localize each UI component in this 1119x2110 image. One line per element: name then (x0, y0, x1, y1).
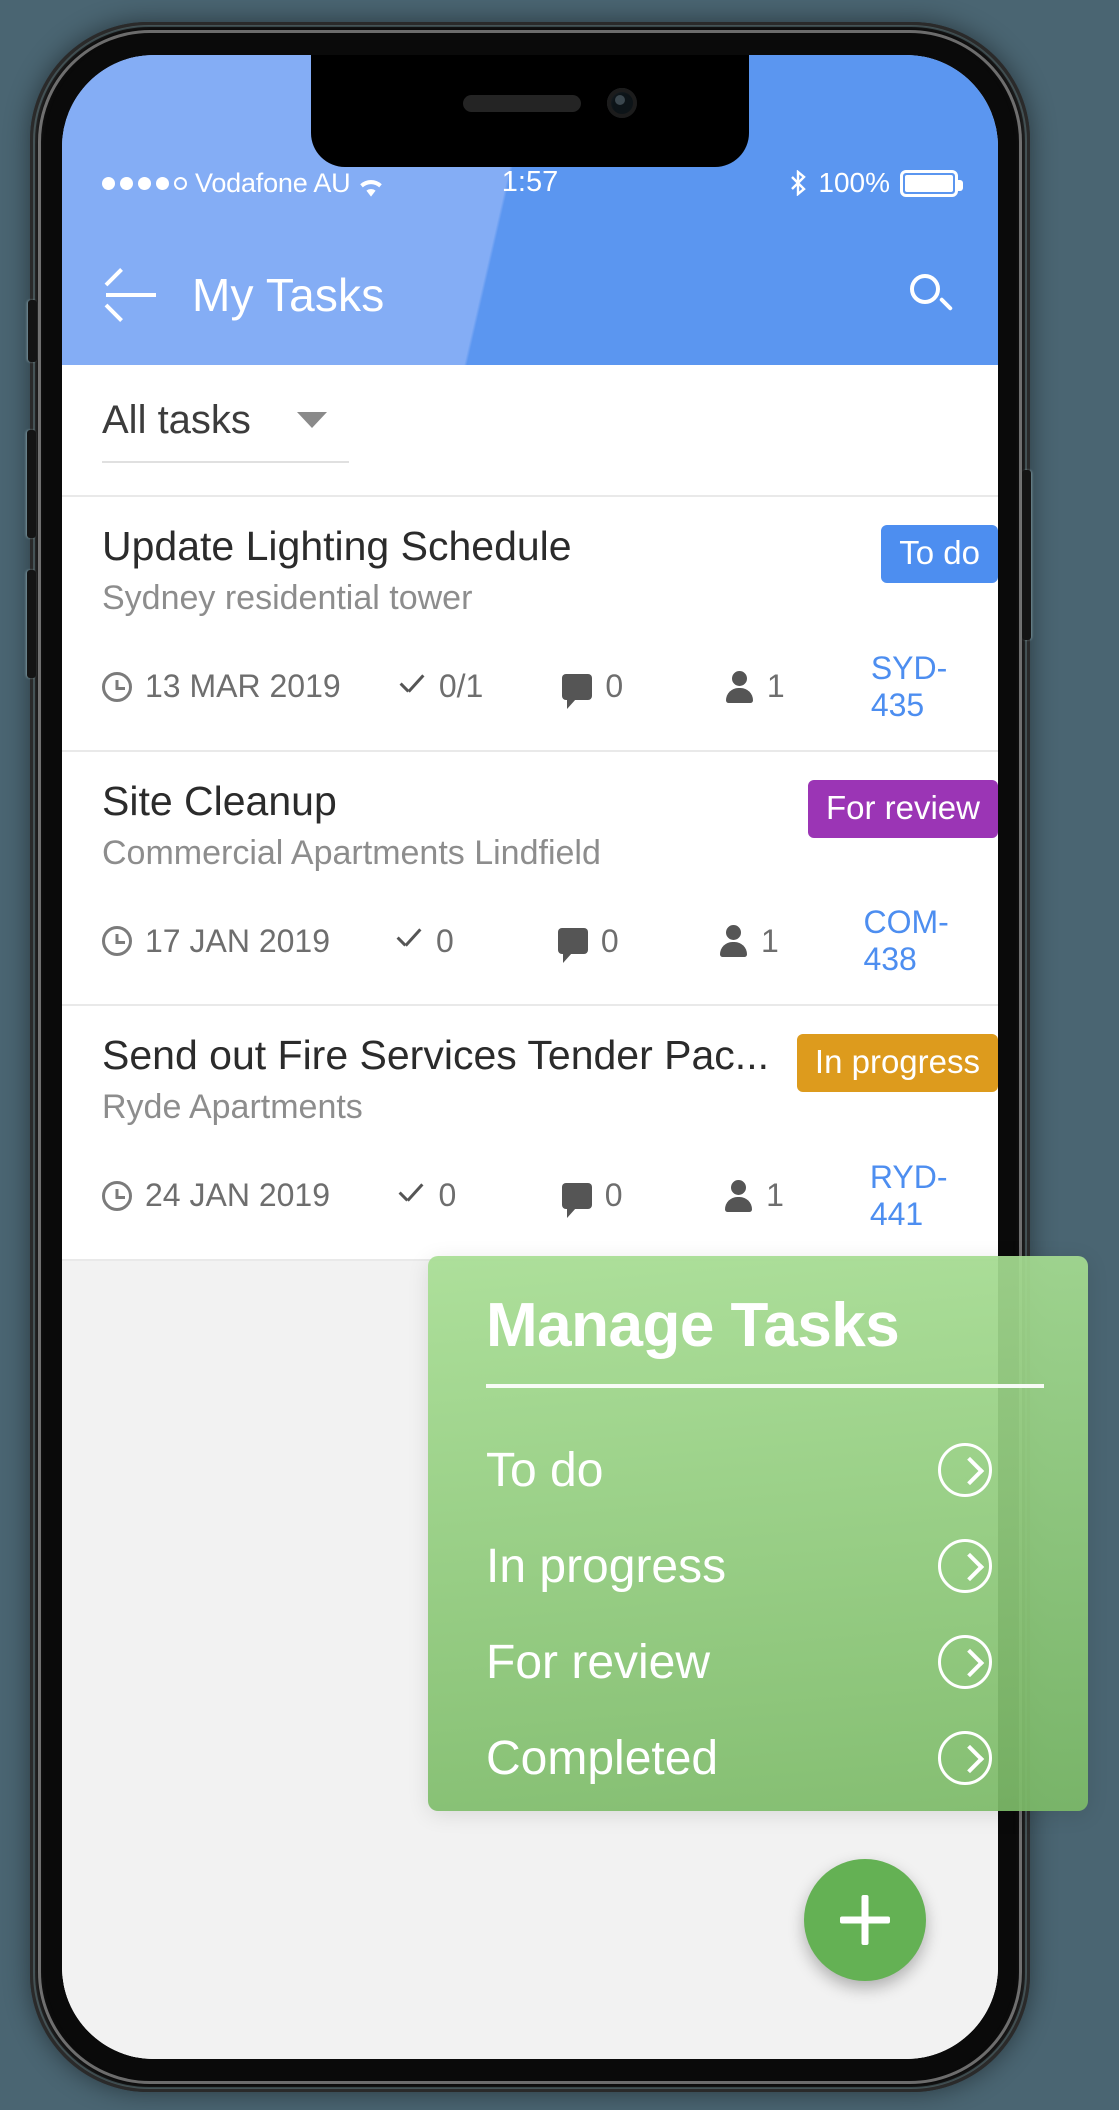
task-checklist-count: 0 (436, 922, 454, 959)
task-date: 24 JAN 2019 (145, 1177, 331, 1214)
wifi-icon (358, 174, 384, 197)
task-project: Sydney residential tower (102, 579, 473, 618)
task-filter-dropdown[interactable]: All tasks (102, 397, 349, 463)
manage-task-label: In progress (486, 1539, 727, 1593)
front-camera-icon (607, 88, 637, 118)
add-task-fab[interactable] (804, 1859, 926, 1981)
task-comment-count: 0 (604, 1177, 623, 1214)
chevron-down-icon (296, 412, 327, 428)
comment-icon (561, 1182, 592, 1218)
chevron-right-circle-icon[interactable] (938, 1443, 992, 1498)
power-button[interactable] (1022, 470, 1031, 640)
comment-icon (562, 673, 593, 709)
manage-task-label: To do (486, 1443, 604, 1497)
battery-percent-label: 100% (818, 167, 891, 198)
task-code[interactable]: COM-438 (863, 904, 998, 978)
chevron-right-circle-icon[interactable] (938, 1539, 992, 1594)
app-bar: My Tasks (62, 225, 998, 365)
screenshot-stage: Vodafone AU 1:57 100% My Tasks All tasks… (0, 0, 1119, 2110)
status-bar-left: Vodafone AU (102, 168, 502, 199)
page-title: My Tasks (192, 269, 385, 321)
task-date: 17 JAN 2019 (145, 922, 331, 959)
chevron-right-circle-icon[interactable] (938, 1635, 992, 1690)
carrier-label: Vodafone AU (195, 168, 351, 198)
task-meta: 24 JAN 2019 0 0 1 RYD-441 (102, 1159, 998, 1233)
manage-task-item-completed[interactable]: Completed (486, 1710, 1044, 1806)
task-row[interactable]: Site Cleanup Commercial Apartments Lindf… (62, 751, 998, 1005)
clock-label: 1:57 (501, 166, 559, 198)
mute-switch[interactable] (28, 300, 37, 362)
manage-task-item-in-progress[interactable]: In progress (486, 1518, 1044, 1614)
chevron-right-circle-icon[interactable] (938, 1731, 992, 1786)
person-icon (723, 1179, 753, 1212)
task-assignee-count: 1 (760, 922, 779, 959)
clock-icon (102, 926, 132, 957)
filter-underline (102, 460, 349, 463)
clock-icon (102, 671, 132, 702)
task-project: Ryde Apartments (102, 1088, 363, 1127)
task-checklist-count: 0 (438, 1177, 457, 1214)
back-arrow-icon[interactable] (104, 268, 158, 322)
status-badge: In progress (796, 1034, 998, 1093)
bluetooth-icon (788, 169, 808, 197)
task-row[interactable]: Update Lighting Schedule Sydney resident… (62, 497, 998, 750)
manage-task-item-for-review[interactable]: For review (486, 1614, 1044, 1710)
task-filter-row: All tasks (62, 365, 998, 495)
volume-up-button[interactable] (27, 430, 36, 538)
manage-tasks-list: To do In progress For review Completed (486, 1422, 1044, 1806)
task-title: Send out Fire Services Tender Pac... (102, 1032, 769, 1079)
status-bar-right: 100% (558, 167, 964, 199)
task-date: 13 MAR 2019 (145, 668, 341, 705)
manage-tasks-title: Manage Tasks (486, 1291, 900, 1360)
search-icon[interactable] (908, 272, 954, 318)
check-icon (396, 672, 426, 702)
task-title: Site Cleanup (102, 777, 337, 824)
earpiece-speaker (463, 95, 581, 112)
task-filter-label: All tasks (102, 397, 251, 442)
status-badge: To do (881, 525, 998, 583)
manage-task-label: Completed (486, 1731, 719, 1785)
task-checklist-count: 0/1 (438, 668, 484, 705)
task-assignee-count: 1 (766, 668, 785, 705)
notch (311, 55, 749, 167)
battery-icon (900, 169, 964, 197)
task-meta: 17 JAN 2019 0 0 1 COM-438 (102, 904, 998, 978)
task-title: Update Lighting Schedule (102, 523, 572, 569)
task-comment-count: 0 (605, 668, 624, 705)
manage-task-item-todo[interactable]: To do (486, 1422, 1044, 1518)
check-icon (393, 926, 423, 956)
status-badge: For review (807, 779, 998, 838)
manage-tasks-divider (486, 1384, 1044, 1389)
task-comment-count: 0 (600, 922, 619, 959)
task-meta: 13 MAR 2019 0/1 0 1 SYD-435 (102, 650, 998, 724)
signal-strength-icon (102, 177, 187, 190)
task-assignee-count: 1 (766, 1177, 784, 1214)
check-icon (395, 1181, 425, 1211)
person-icon (718, 925, 748, 958)
person-icon (724, 670, 754, 703)
comment-icon (557, 928, 588, 964)
manage-task-label: For review (486, 1635, 711, 1689)
task-project: Commercial Apartments Lindfield (102, 833, 601, 872)
clock-icon (102, 1180, 132, 1211)
volume-down-button[interactable] (27, 570, 36, 678)
task-row[interactable]: Send out Fire Services Tender Pac... Ryd… (62, 1006, 998, 1259)
task-code[interactable]: RYD-441 (870, 1159, 998, 1233)
task-code[interactable]: SYD-435 (871, 650, 998, 724)
manage-tasks-panel: Manage Tasks To do In progress For revie… (428, 1256, 1088, 1811)
